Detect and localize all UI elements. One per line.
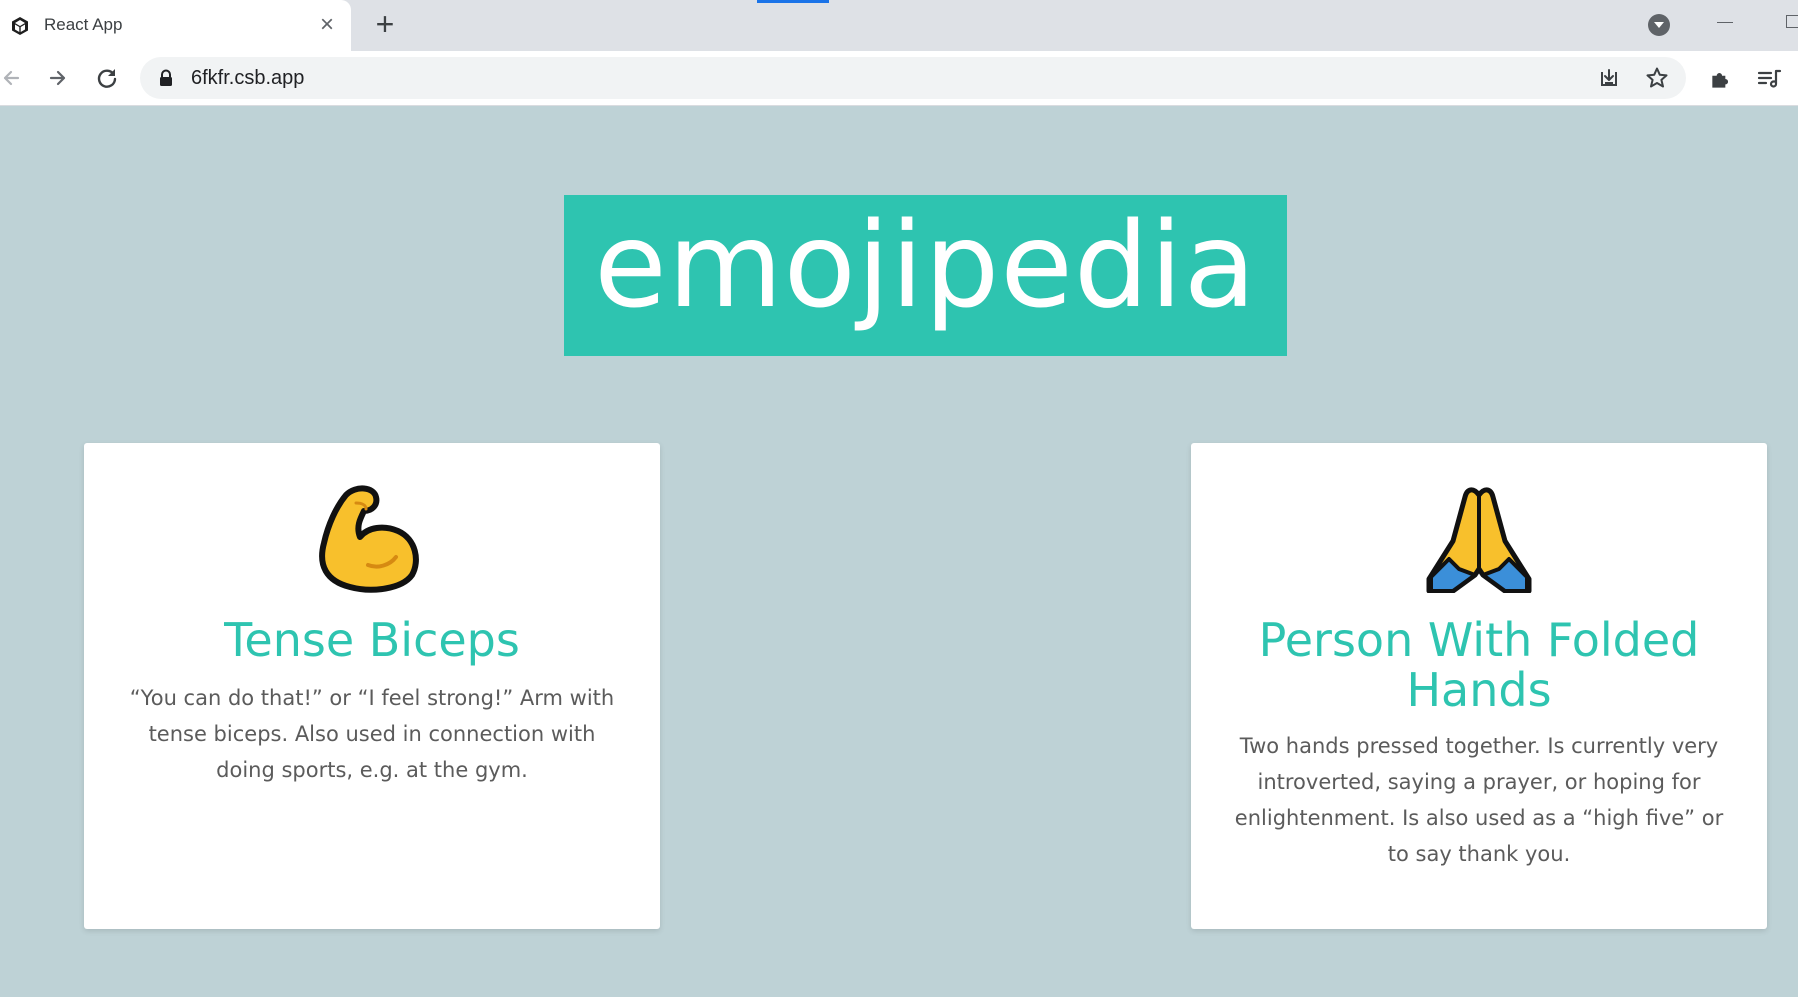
emoji-name: Person With Folded Hands (1258, 613, 1700, 717)
url-text[interactable]: 6fkfr.csb.app (191, 67, 304, 90)
extensions-icon[interactable] (1708, 66, 1734, 92)
minimize-icon[interactable] (1717, 22, 1733, 23)
emoji-name: Tense Biceps (224, 613, 520, 667)
emoji-description: Two hands pressed together. Is currently… (1234, 734, 1724, 866)
close-icon[interactable]: × (314, 12, 340, 38)
flexed-biceps-icon (316, 481, 428, 593)
site-logo: emojipedia (564, 195, 1287, 356)
browser-tab[interactable]: React App × (0, 0, 351, 51)
emoji-card: Person With Folded Hands Two hands press… (1191, 443, 1767, 929)
plus-icon[interactable]: + (370, 8, 400, 40)
address-bar[interactable]: 6fkfr.csb.app (140, 57, 1686, 99)
forward-icon[interactable] (43, 63, 73, 93)
reload-icon[interactable] (92, 63, 122, 93)
page-content: emojipedia Tense Biceps “You can do that… (0, 106, 1798, 997)
tab-title: React App (44, 15, 123, 34)
loading-indicator (757, 0, 829, 3)
browser-tabstrip: React App × + (0, 0, 1798, 51)
maximize-icon[interactable] (1786, 15, 1798, 28)
bookmark-star-icon[interactable] (1645, 66, 1669, 90)
back-icon[interactable] (0, 63, 26, 93)
folded-hands-icon (1423, 481, 1535, 594)
install-app-icon[interactable] (1597, 66, 1621, 90)
tab-search-icon[interactable] (1648, 14, 1670, 36)
reading-list-icon[interactable] (1756, 66, 1782, 92)
codesandbox-cube-icon (10, 16, 30, 36)
site-title: emojipedia (594, 196, 1257, 334)
emoji-description: “You can do that!” or “I feel strong!” A… (129, 686, 615, 782)
emoji-card: Tense Biceps “You can do that!” or “I fe… (84, 443, 660, 929)
browser-toolbar: 6fkfr.csb.app (0, 51, 1798, 106)
lock-icon[interactable] (158, 69, 174, 87)
